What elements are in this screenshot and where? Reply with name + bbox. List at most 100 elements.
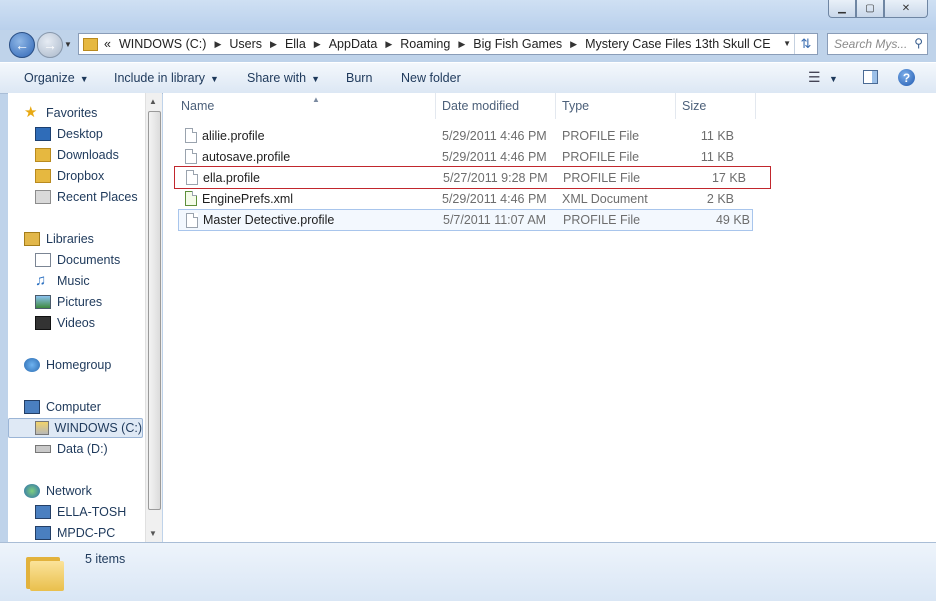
file-name: autosave.profile bbox=[202, 149, 291, 164]
back-button[interactable]: ← bbox=[9, 32, 35, 58]
nav-homegroup[interactable]: Homegroup bbox=[24, 355, 111, 375]
file-icon bbox=[186, 170, 198, 185]
file-size: 49 KB bbox=[715, 213, 750, 227]
file-row[interactable]: alilie.profile 5/29/2011 4:46 PM PROFILE… bbox=[177, 125, 752, 146]
documents-icon bbox=[35, 253, 51, 267]
scroll-up-icon[interactable]: ▲ bbox=[149, 97, 157, 106]
file-size: 2 KB bbox=[706, 191, 734, 206]
star-icon: ★ bbox=[24, 104, 38, 121]
refresh-icon: ⇅ bbox=[800, 36, 812, 51]
pictures-icon bbox=[35, 295, 51, 309]
nav-pictures[interactable]: Pictures bbox=[35, 292, 102, 312]
file-type: PROFILE File bbox=[562, 149, 640, 164]
file-name: ella.profile bbox=[203, 170, 260, 185]
file-icon bbox=[186, 213, 198, 228]
scroll-down-icon[interactable]: ▼ bbox=[149, 529, 157, 538]
nav-data-d[interactable]: Data (D:) bbox=[35, 439, 108, 459]
nav-downloads[interactable]: Downloads bbox=[35, 145, 119, 165]
videos-icon bbox=[35, 316, 51, 330]
address-bar[interactable]: « WINDOWS (C:) ▶ Users ▶ Ella ▶ AppData ▶ Ro… bbox=[78, 33, 818, 55]
address-row: ← → ▼ « WINDOWS (C:) ▶ Users ▶ Ella ▶ AppDa… bbox=[0, 30, 936, 60]
help-icon: ? bbox=[902, 70, 911, 85]
nav-favorites[interactable]: ★ Favorites bbox=[24, 103, 97, 123]
navigation-scrollbar[interactable]: ▲ ▼ bbox=[145, 93, 162, 542]
breadcrumb-separator-icon[interactable]: ▶ bbox=[385, 39, 392, 50]
share-with-button[interactable]: Share with ▼ bbox=[247, 71, 320, 85]
help-button[interactable]: ? bbox=[898, 69, 915, 86]
search-icon[interactable]: ⚲ bbox=[914, 36, 923, 50]
breadcrumb-overflow[interactable]: « bbox=[104, 37, 111, 51]
change-view-button[interactable]: ☰ ▼ bbox=[808, 69, 838, 86]
breadcrumb-separator-icon[interactable]: ▶ bbox=[570, 39, 577, 50]
nav-libraries[interactable]: Libraries bbox=[24, 229, 94, 249]
address-dropdown-icon[interactable]: ▼ bbox=[783, 39, 791, 48]
breadcrumb-item[interactable]: WINDOWS (C:) ▶ bbox=[119, 37, 229, 51]
column-header-date-modified[interactable]: Date modified bbox=[436, 93, 556, 119]
file-size: 17 KB bbox=[711, 170, 746, 185]
nav-computer[interactable]: Computer bbox=[24, 397, 101, 417]
recent-pages-dropdown-icon[interactable]: ▼ bbox=[64, 40, 72, 49]
organize-button[interactable]: Organize ▼ bbox=[24, 71, 89, 85]
file-name: Master Detective.profile bbox=[203, 213, 335, 227]
refresh-button[interactable]: ⇅ bbox=[794, 34, 817, 54]
nav-mpdc-pc[interactable]: MPDC-PC bbox=[35, 523, 115, 542]
include-in-library-button[interactable]: Include in library ▼ bbox=[114, 71, 219, 85]
file-row[interactable]: autosave.profile 5/29/2011 4:46 PM PROFI… bbox=[177, 146, 752, 167]
nav-videos[interactable]: Videos bbox=[35, 313, 95, 333]
nav-desktop[interactable]: Desktop bbox=[35, 124, 103, 144]
desktop-icon bbox=[35, 127, 51, 141]
nav-dropbox[interactable]: Dropbox bbox=[35, 166, 104, 186]
nav-windows-c[interactable]: WINDOWS (C:) bbox=[8, 418, 143, 438]
music-icon: ♫ bbox=[35, 272, 47, 289]
minimize-button[interactable]: ▁ bbox=[828, 0, 856, 18]
burn-button[interactable]: Burn bbox=[346, 71, 372, 85]
chevron-down-icon: ▼ bbox=[311, 74, 320, 84]
breadcrumb-separator-icon[interactable]: ▶ bbox=[270, 39, 277, 50]
preview-pane-button[interactable] bbox=[863, 70, 878, 84]
breadcrumb-separator-icon[interactable]: ▶ bbox=[214, 39, 221, 50]
file-type: PROFILE File bbox=[562, 128, 640, 143]
file-date: 5/27/2011 9:28 PM bbox=[443, 170, 548, 185]
nav-ella-tosh[interactable]: ELLA-TOSH bbox=[35, 502, 126, 522]
file-row[interactable]: EnginePrefs.xml 5/29/2011 4:46 PM XML Do… bbox=[177, 188, 752, 209]
maximize-button[interactable]: ▢ bbox=[856, 0, 884, 18]
column-headers: ▲ Name Date modified Type Size bbox=[163, 93, 763, 119]
nav-network[interactable]: Network bbox=[24, 481, 92, 501]
file-row-highlighted[interactable]: ella.profile 5/27/2011 9:28 PM PROFILE F… bbox=[174, 166, 771, 189]
dropbox-folder-icon bbox=[35, 169, 51, 183]
scrollbar-thumb[interactable] bbox=[148, 111, 161, 510]
file-size: 11 KB bbox=[700, 128, 734, 143]
breadcrumb-item[interactable]: Users ▶ bbox=[229, 37, 285, 51]
window-controls: ▁ ▢ ✕ bbox=[828, 0, 928, 18]
breadcrumb-item[interactable]: Big Fish Games ▶ bbox=[473, 37, 585, 51]
search-input[interactable]: Search Mys... ⚲ bbox=[827, 33, 928, 55]
network-computer-icon bbox=[35, 505, 51, 519]
column-header-name[interactable]: ▲ Name bbox=[175, 93, 436, 119]
downloads-folder-icon bbox=[35, 148, 51, 162]
breadcrumb-item[interactable]: Roaming ▶ bbox=[400, 37, 473, 51]
breadcrumb-item-current[interactable]: Mystery Case Files 13th Skull CE bbox=[585, 37, 770, 51]
details-pane: 5 items bbox=[0, 542, 936, 601]
file-icon bbox=[185, 149, 197, 164]
title-bar: ▁ ▢ ✕ bbox=[0, 0, 936, 30]
breadcrumb-item[interactable]: Ella ▶ bbox=[285, 37, 329, 51]
item-count: 5 items bbox=[85, 552, 126, 566]
nav-recent-places[interactable]: Recent Places bbox=[35, 187, 138, 207]
column-header-size[interactable]: Size bbox=[676, 93, 756, 119]
xml-file-icon bbox=[185, 191, 197, 206]
column-header-type[interactable]: Type bbox=[556, 93, 676, 119]
drive-d-icon bbox=[35, 445, 51, 453]
nav-documents[interactable]: Documents bbox=[35, 250, 120, 270]
close-button[interactable]: ✕ bbox=[884, 0, 928, 18]
drive-c-icon bbox=[35, 421, 49, 435]
nav-music[interactable]: ♫ Music bbox=[35, 271, 90, 291]
file-row-selected[interactable]: Master Detective.profile 5/7/2011 11:07 … bbox=[178, 209, 753, 231]
chevron-down-icon: ▼ bbox=[210, 74, 219, 84]
folder-icon bbox=[83, 37, 98, 51]
breadcrumb-separator-icon[interactable]: ▶ bbox=[458, 39, 465, 50]
breadcrumb-item[interactable]: AppData ▶ bbox=[329, 37, 401, 51]
breadcrumb-separator-icon[interactable]: ▶ bbox=[314, 39, 321, 50]
new-folder-button[interactable]: New folder bbox=[401, 71, 461, 85]
forward-button[interactable]: → bbox=[37, 32, 63, 58]
file-type: PROFILE File bbox=[563, 170, 641, 185]
